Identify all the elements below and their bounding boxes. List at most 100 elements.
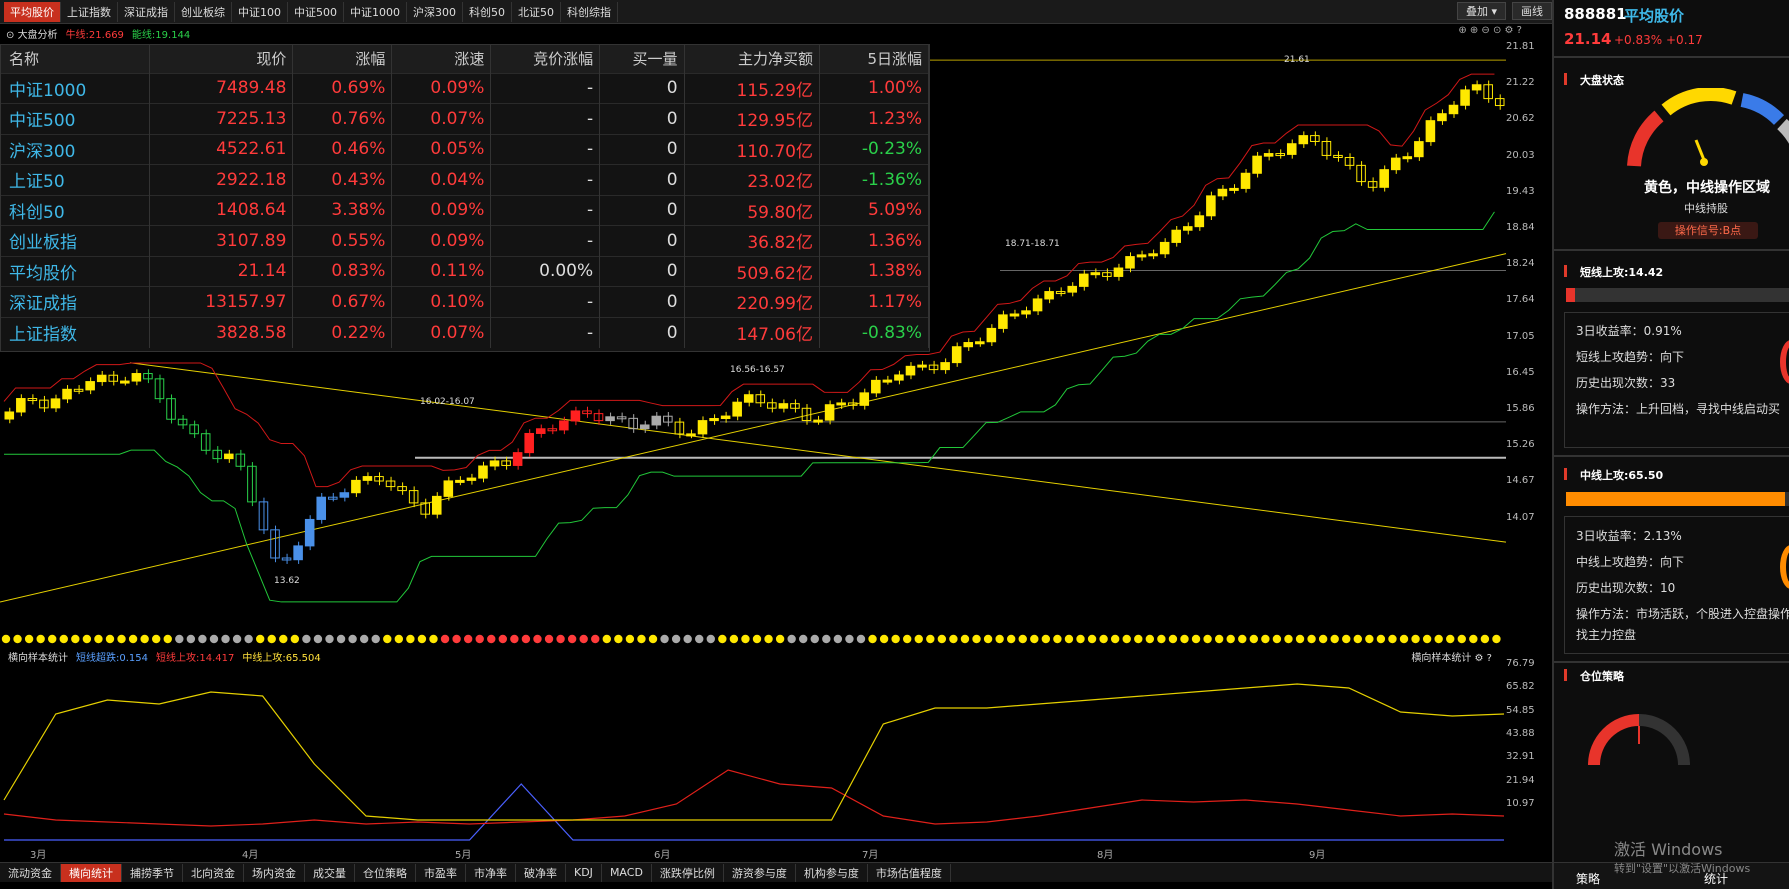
table-row[interactable]: 上证指数 3828.58 0.22% 0.07% -0 147.06亿 -0.83%	[1, 316, 929, 348]
cell-5d: -0.83%	[819, 316, 929, 348]
candle-body	[824, 404, 835, 421]
tab-liquidity[interactable]: 流动资金	[0, 863, 61, 882]
table-row[interactable]: 创业板指 3107.89 0.55% 0.09% -0 36.82亿 1.36%	[1, 225, 929, 256]
signal-dot	[36, 634, 45, 644]
lower-right-title-text: 横向样本统计	[1411, 652, 1472, 664]
col-net-buy[interactable]: 主力净买额	[684, 45, 821, 73]
tab-avg-price[interactable]: 平均股价	[4, 1, 61, 22]
tab-hot-money[interactable]: 游资参与度	[724, 863, 796, 882]
strategy-tab[interactable]: 策略	[1576, 870, 1600, 887]
signal-dot	[833, 634, 843, 644]
tab-onfloor-funds[interactable]: 场内资金	[244, 863, 305, 882]
table-row[interactable]: 科创50 1408.64 3.38% 0.09% -0 59.80亿 5.09%	[1, 194, 929, 226]
tab-csi1000[interactable]: 中证1000	[344, 1, 407, 22]
candle-body	[1171, 229, 1181, 243]
candle-body	[1136, 254, 1147, 258]
signal-dot	[1030, 634, 1039, 644]
tab-northbound[interactable]: 北向资金	[183, 863, 244, 882]
table-row[interactable]: 平均股价 21.14 0.83% 0.11% 0.00% 0 509.62亿 1.38%	[1, 255, 929, 287]
signal-dot	[567, 634, 577, 644]
col-change[interactable]: 涨幅	[292, 45, 393, 73]
candle-body	[674, 421, 685, 435]
col-bid-change[interactable]: 竞价涨幅	[490, 45, 601, 73]
candle-body	[570, 410, 581, 422]
signal-dot	[13, 634, 22, 644]
signal-dot	[949, 634, 958, 644]
cell-bid: -	[490, 225, 601, 256]
tab-macd[interactable]: MACD	[602, 863, 652, 882]
col-5d-change[interactable]: 5日涨幅	[819, 45, 929, 73]
tab-volume[interactable]: 成交量	[305, 863, 355, 882]
chart-controls[interactable]: ⊕ ⊕ ⊖ ⊙ ⚙ ?	[1458, 25, 1522, 36]
series-line	[4, 783, 1504, 841]
mid-count: 历史出现次数：10	[1576, 581, 1676, 595]
tab-limit-ratio[interactable]: 涨跌停比例	[652, 863, 724, 882]
cell-speed: 0.10%	[391, 286, 492, 317]
signal-dot	[799, 634, 808, 644]
draw-line-button[interactable]: 画线	[1512, 2, 1552, 20]
tab-valuation[interactable]: 市场估值程度	[868, 863, 951, 882]
table-row[interactable]: 上证50 2922.18 0.43% 0.04% -0 23.02亿 -1.36%	[1, 164, 929, 195]
signal-dot	[845, 634, 854, 644]
lower-right-title[interactable]: 横向样本统计 ⚙ ?	[1411, 649, 1492, 664]
table-row[interactable]: 中证1000 7489.48 0.69% 0.09% -0 115.29亿 1.00%	[1, 72, 929, 104]
tab-institution[interactable]: 机构参与度	[796, 863, 868, 882]
candle-body	[224, 453, 234, 460]
tab-shanghai[interactable]: 上证指数	[61, 1, 118, 22]
signal-dot	[1122, 634, 1131, 644]
range-label: 16.56-16.57	[730, 365, 785, 375]
cell-buy1: 0	[599, 72, 685, 104]
market-state-title: 大盘状态	[1554, 72, 1624, 88]
candle-body	[431, 495, 442, 515]
signal-dot	[1295, 634, 1305, 644]
legend-title[interactable]: ⊙ 大盘分析	[6, 26, 58, 41]
month-axis: 3月 4月 5月 6月 7月 8月 9月	[0, 846, 1552, 861]
candle-body	[247, 465, 257, 503]
signal-dot	[475, 634, 484, 644]
signal-dot	[1411, 634, 1420, 644]
cell-5d: 1.38%	[819, 255, 929, 287]
tab-csi500[interactable]: 中证500	[288, 1, 344, 22]
tab-star-comp[interactable]: 科创综指	[561, 1, 618, 22]
signal-dot	[1157, 634, 1166, 644]
tab-kdj[interactable]: KDJ	[566, 863, 602, 882]
tab-bse50[interactable]: 北证50	[512, 1, 561, 22]
energy-line-value: 能线:19.144	[131, 30, 191, 41]
signal-badge[interactable]: 操作信号:B点	[1658, 222, 1758, 239]
table-row[interactable]: 深证成指 13157.97 0.67% 0.10% -0 220.99亿 1.17%	[1, 286, 929, 317]
tab-position-strategy[interactable]: 仓位策略	[355, 863, 416, 882]
tab-chinext-comp[interactable]: 创业板综	[175, 1, 232, 22]
tab-hs300[interactable]: 沪深300	[407, 1, 463, 22]
tab-pb[interactable]: 市净率	[466, 863, 516, 882]
high-label: 21.61	[1284, 55, 1310, 65]
candle-body	[281, 557, 292, 561]
y-tick-label: 18.84	[1506, 222, 1535, 233]
y-tick-label: 76.79	[1506, 658, 1535, 669]
tab-below-net[interactable]: 破净率	[516, 863, 566, 882]
y-tick-label: 21.22	[1506, 77, 1535, 89]
tab-star50[interactable]: 科创50	[463, 1, 512, 22]
col-buy1[interactable]: 买一量	[599, 45, 685, 73]
tab-horizontal-stats[interactable]: 横向统计	[61, 863, 122, 882]
signal-dot	[406, 634, 415, 644]
overlay-button[interactable]: 叠加 ▾	[1456, 2, 1506, 20]
lower-stat-chart[interactable]	[0, 664, 1552, 846]
candle-body	[1321, 140, 1332, 156]
signal-dot	[660, 634, 669, 644]
col-price[interactable]: 现价	[149, 45, 294, 73]
col-speed[interactable]: 涨速	[391, 45, 492, 73]
tab-shenzhen[interactable]: 深证成指	[118, 1, 175, 22]
tab-pe[interactable]: 市盈率	[416, 863, 466, 882]
candle-body	[639, 424, 650, 430]
cell-price: 4522.61	[149, 133, 294, 165]
signal-dot	[1480, 634, 1490, 644]
candle-body	[1425, 120, 1436, 143]
col-name[interactable]: 名称	[1, 45, 151, 73]
candle-body	[559, 420, 569, 431]
table-row[interactable]: 中证500 7225.13 0.76% 0.07% -0 129.95亿 1.23%	[1, 103, 929, 134]
tab-csi100[interactable]: 中证100	[232, 1, 288, 22]
tab-fishing-season[interactable]: 捕捞季节	[122, 863, 183, 882]
candle-body	[4, 411, 15, 420]
table-row[interactable]: 沪深300 4522.61 0.46% 0.05% -0 110.70亿 -0.23%	[1, 133, 929, 165]
main-y-axis: 21.81 21.22 20.62 20.03 19.43 18.84 18.24 17.64…	[1506, 41, 1552, 632]
